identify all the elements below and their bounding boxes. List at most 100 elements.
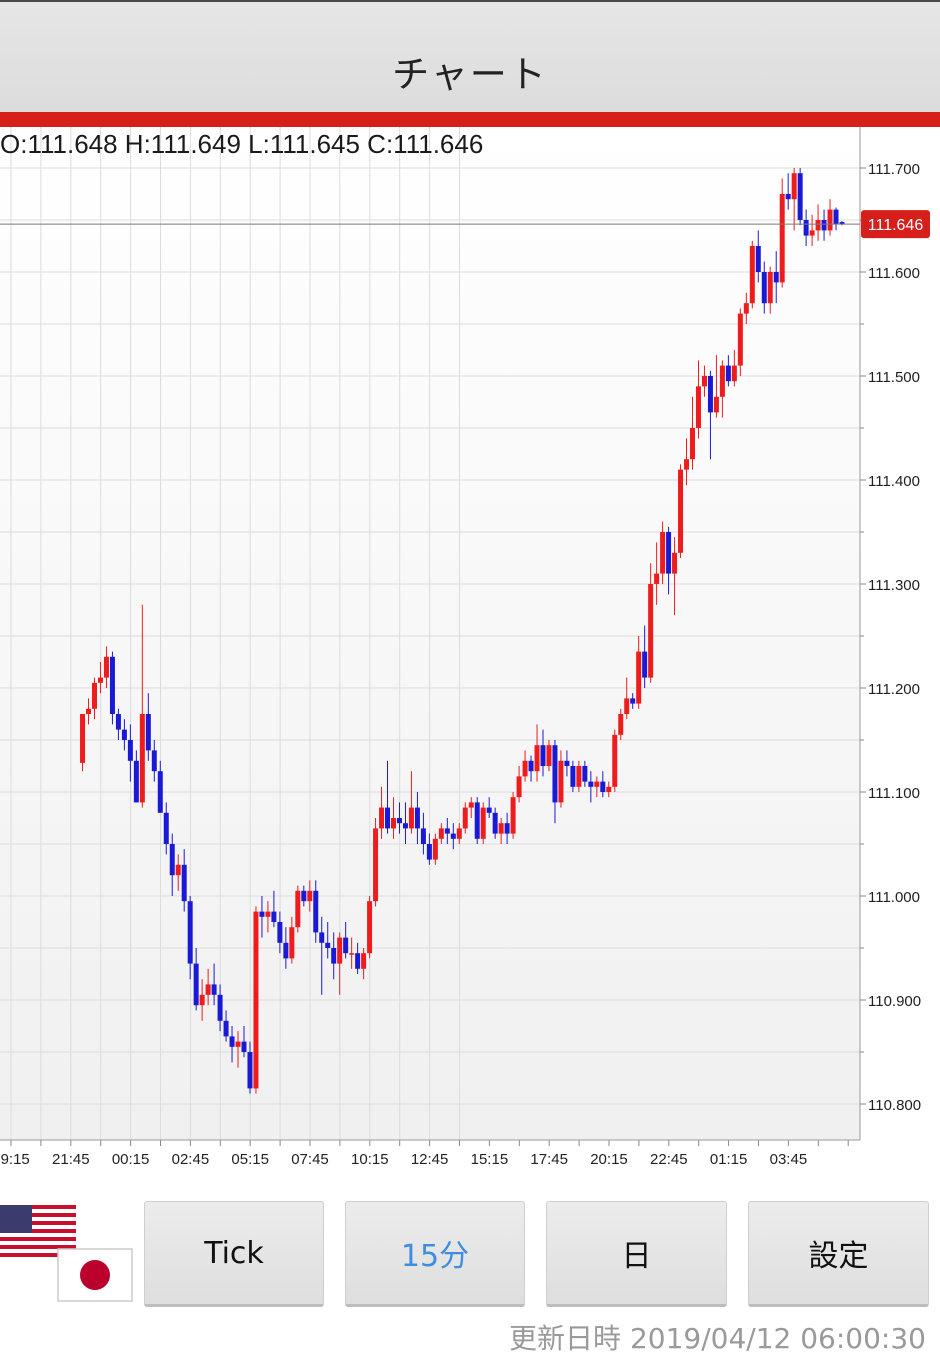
timeframe-tick-button[interactable]: Tick: [144, 1201, 324, 1307]
settings-button[interactable]: 設定: [748, 1201, 929, 1307]
candle-body: [713, 396, 719, 413]
candle-body: [169, 844, 175, 876]
x-tick-label: 17:45: [530, 1151, 568, 1168]
candle-body: [797, 173, 803, 220]
candle-body: [127, 740, 133, 761]
candle-body: [205, 984, 211, 995]
candle-body: [504, 823, 510, 834]
timeframe-15min-button[interactable]: 15分: [345, 1201, 525, 1307]
candle-body: [396, 818, 402, 824]
candle-body: [522, 760, 528, 777]
candle-body: [343, 937, 349, 954]
y-tick-label: 110.900: [868, 993, 921, 1010]
candle-body: [468, 802, 474, 808]
candle-body: [749, 246, 755, 304]
candle-body: [672, 552, 678, 574]
updated-timestamp: 更新日時 2019/04/12 06:00:30: [509, 1322, 926, 1355]
x-tick-label: 15:15: [471, 1151, 509, 1168]
candle-body: [420, 828, 426, 844]
candle-body: [540, 745, 546, 766]
candle-body: [534, 745, 540, 772]
timeframe-day-button[interactable]: 日: [546, 1201, 727, 1307]
candle-body: [217, 994, 223, 1021]
candle: [367, 896, 373, 959]
candle-body: [582, 766, 588, 782]
candle-body: [576, 766, 582, 787]
candle-body: [719, 365, 725, 397]
candle-body: [827, 209, 833, 231]
candle-body: [642, 651, 648, 678]
candle-body: [426, 844, 432, 860]
candle-body: [767, 272, 773, 304]
candle-body: [277, 922, 283, 943]
candle-body: [337, 937, 343, 964]
candle-body: [462, 807, 468, 829]
candle-body: [594, 781, 600, 787]
candle-body: [636, 651, 642, 704]
candle: [109, 651, 115, 725]
candle-body: [498, 823, 504, 834]
candle-body: [133, 760, 139, 803]
x-tick-label: 12:45: [411, 1151, 449, 1168]
candle-body: [92, 682, 97, 709]
candle-body: [678, 469, 684, 553]
candle-body: [743, 303, 749, 314]
candle-body: [229, 1036, 235, 1047]
candle-body: [235, 1041, 241, 1047]
candle-body: [666, 532, 672, 574]
candle-body: [474, 802, 480, 839]
candle-body: [564, 760, 570, 766]
candle-body: [241, 1041, 247, 1052]
candle-body: [648, 584, 654, 678]
candle-body: [707, 376, 713, 413]
candle-body: [725, 365, 731, 382]
candle-body: [414, 807, 420, 829]
candle-body: [121, 729, 127, 740]
x-tick-label: 22:45: [650, 1151, 688, 1168]
candle: [678, 464, 684, 558]
candlestick-chart[interactable]: 111.700 111.600 111.500 111.400 111.300 111.2…: [0, 127, 940, 1175]
x-tick-label: 00:15: [112, 1151, 150, 1168]
candle-body: [283, 942, 289, 959]
y-tick-label: 111.100: [868, 785, 920, 802]
candle-body: [307, 890, 313, 902]
candle-body: [779, 194, 785, 283]
candle-body: [211, 984, 217, 995]
candle-body: [570, 766, 576, 787]
y-tick-label: 111.300: [868, 577, 920, 594]
candle-body: [761, 272, 767, 304]
candle-body: [600, 781, 606, 792]
y-tick-label: 111.500: [868, 369, 920, 386]
candle-body: [546, 745, 552, 766]
candle: [612, 729, 618, 792]
candle-body: [379, 807, 385, 829]
candle-body: [624, 698, 630, 714]
candle-body: [690, 428, 695, 460]
candle-body: [289, 927, 295, 959]
candle-body: [528, 760, 534, 772]
x-tick-label: 03:45: [770, 1151, 808, 1168]
candle-body: [223, 1020, 229, 1037]
candle-body: [510, 797, 516, 834]
y-tick-label: 110.800: [868, 1097, 921, 1114]
candle-body: [385, 807, 391, 829]
candle-body: [444, 828, 450, 834]
candle-body: [755, 246, 761, 272]
candle-body: [265, 911, 271, 917]
candle-body: [588, 781, 594, 787]
candle-body: [301, 890, 307, 902]
candle-body: [492, 812, 498, 834]
candle-body: [349, 953, 355, 955]
candle: [510, 792, 516, 839]
candle-body: [552, 745, 558, 803]
candle-body: [815, 220, 821, 231]
x-tick-label: 01:15: [710, 1151, 748, 1168]
candle: [797, 168, 803, 226]
accent-bar: [0, 112, 940, 127]
candle: [749, 240, 755, 309]
chart-canvas[interactable]: 111.700 111.600 111.500 111.400 111.300 111.2…: [0, 127, 940, 1175]
candle-body: [695, 386, 701, 428]
candle-body: [181, 864, 187, 902]
jp-flag-icon: [57, 1248, 133, 1302]
candle-body: [373, 828, 379, 902]
